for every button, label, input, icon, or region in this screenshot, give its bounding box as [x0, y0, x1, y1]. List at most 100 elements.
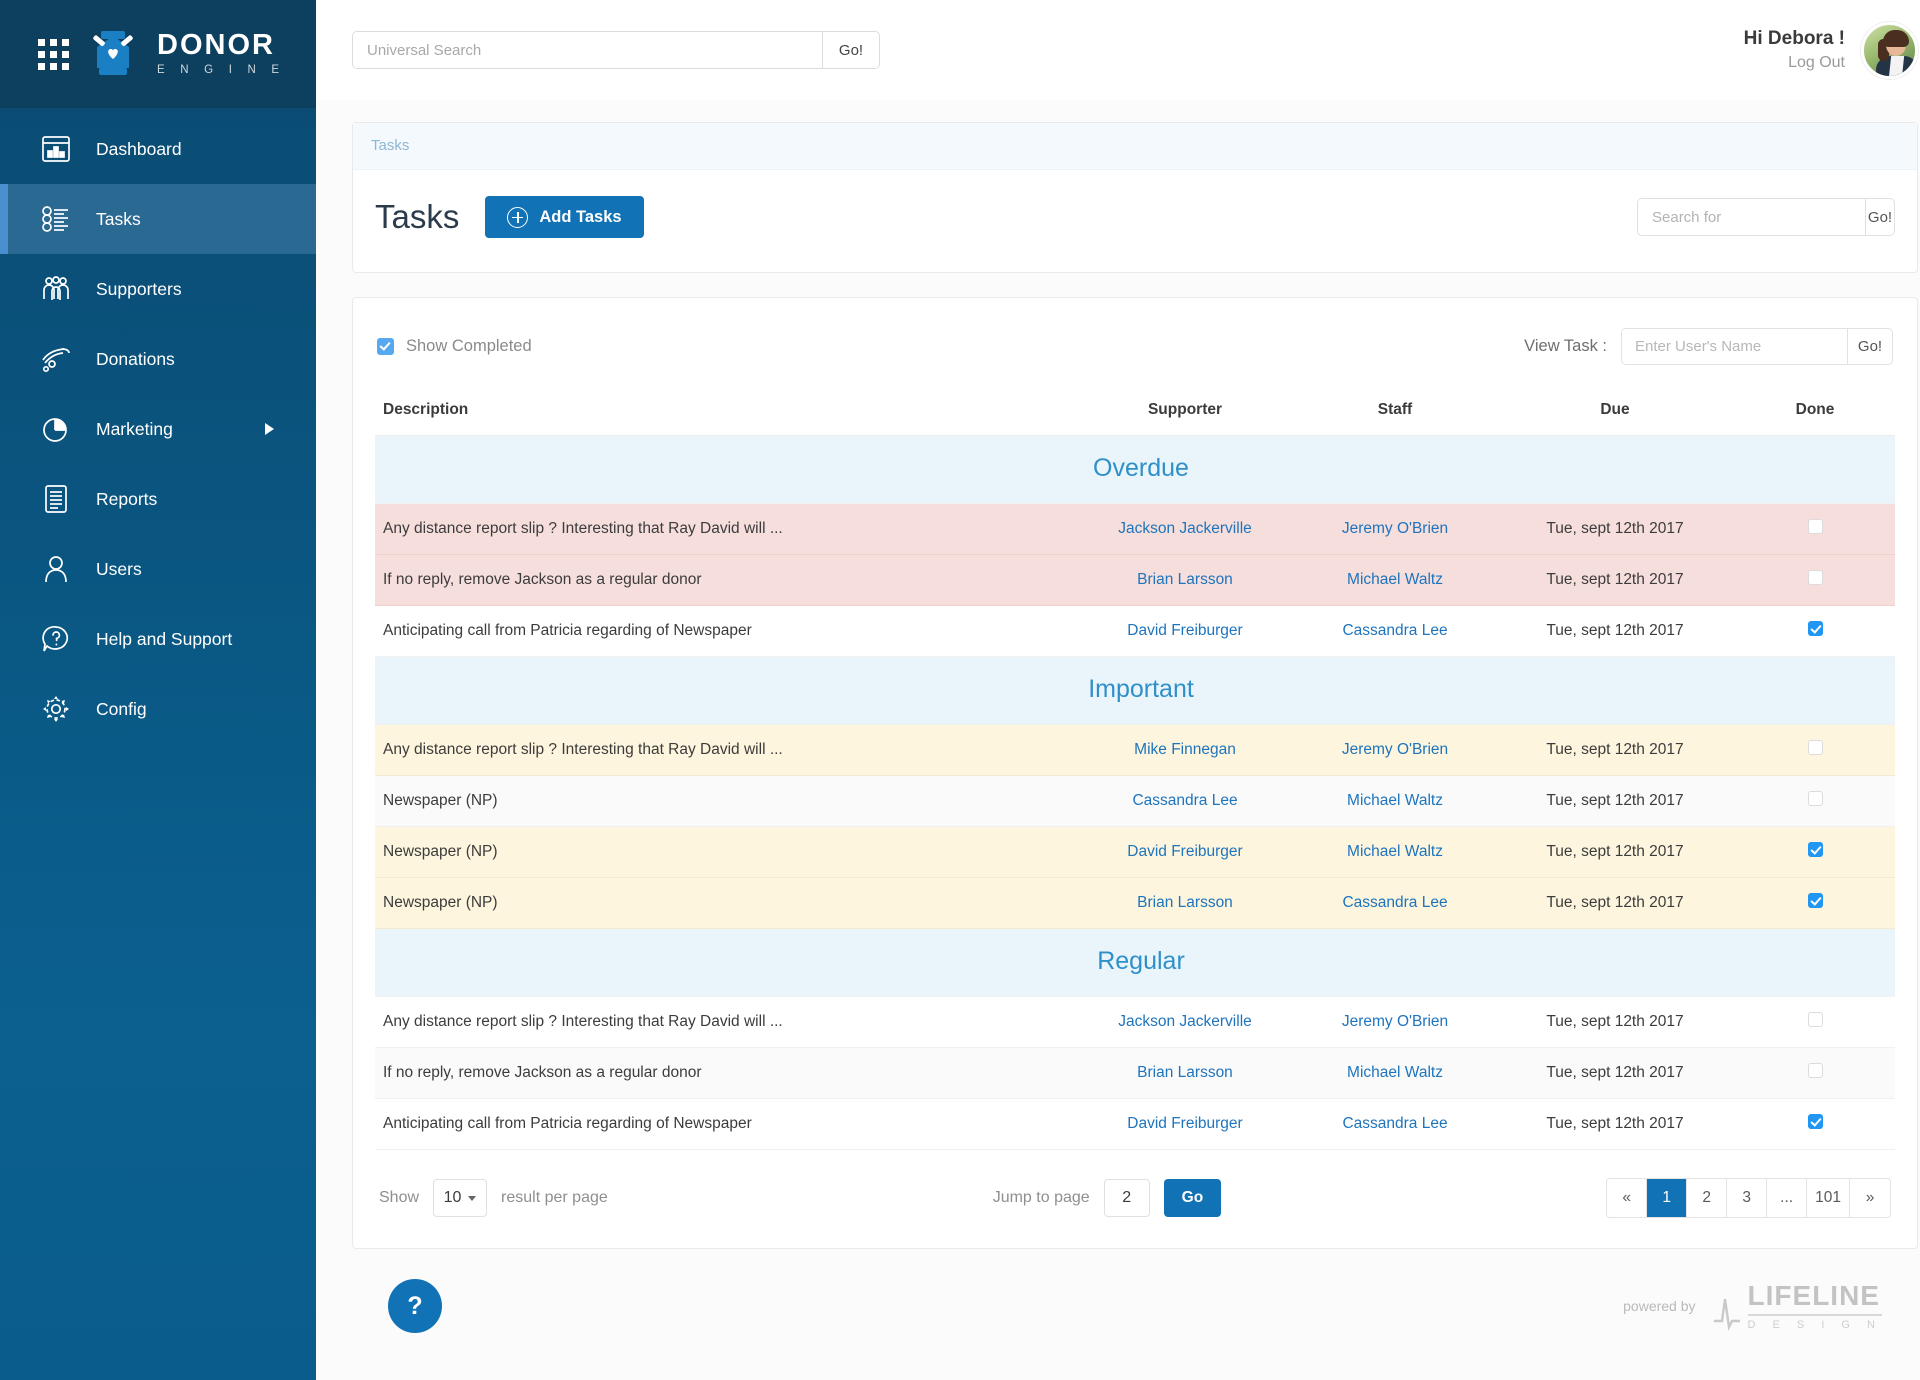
- powered-by-label: powered by: [1623, 1298, 1696, 1314]
- staff-link[interactable]: Michael Waltz: [1347, 571, 1443, 588]
- supporter-link[interactable]: David Freiburger: [1127, 843, 1242, 860]
- chevron-right-icon[interactable]: [265, 423, 274, 435]
- sidebar-item-dashboard[interactable]: Dashboard: [0, 114, 316, 184]
- donor-engine-logo-icon: [87, 28, 139, 80]
- universal-search[interactable]: Go!: [352, 31, 880, 69]
- column-header-done: Done: [1735, 387, 1895, 436]
- table-row[interactable]: Anticipating call from Patricia regardin…: [375, 1098, 1895, 1150]
- cell-done: [1735, 554, 1895, 606]
- table-row[interactable]: Any distance report slip ? Interesting t…: [375, 724, 1895, 776]
- staff-link[interactable]: Jeremy O'Brien: [1342, 520, 1448, 537]
- supporter-link[interactable]: Mike Finnegan: [1134, 741, 1236, 758]
- avatar[interactable]: [1861, 21, 1918, 79]
- jump-page-input[interactable]: [1103, 1179, 1150, 1217]
- supporter-link[interactable]: Brian Larsson: [1137, 1064, 1233, 1081]
- cell-due: Tue, sept 12th 2017: [1495, 605, 1735, 657]
- staff-link[interactable]: Cassandra Lee: [1342, 1115, 1447, 1132]
- sidebar-item-donations[interactable]: Donations: [0, 324, 316, 394]
- greeting: Hi Debora !: [1743, 28, 1845, 49]
- done-checkbox[interactable]: [1807, 893, 1823, 908]
- table-row[interactable]: Newspaper (NP) David Freiburger Michael Wa…: [375, 826, 1895, 878]
- sidebar-item-marketing[interactable]: Marketing: [0, 394, 316, 464]
- staff-link[interactable]: Michael Waltz: [1347, 843, 1443, 860]
- table-row[interactable]: Newspaper (NP) Brian Larsson Cassandra Lee…: [375, 877, 1895, 929]
- done-checkbox[interactable]: [1807, 570, 1823, 585]
- logout-link[interactable]: Log Out: [1744, 54, 1845, 72]
- cell-staff: Jeremy O'Brien: [1295, 724, 1495, 776]
- user-box: Hi Debora ! Log Out: [1743, 21, 1918, 79]
- done-checkbox[interactable]: [1807, 740, 1823, 755]
- table-row[interactable]: Newspaper (NP) Cassandra Lee Michael Waltz…: [375, 775, 1895, 827]
- search-go-button[interactable]: Go!: [822, 32, 879, 68]
- jump-go-button[interactable]: Go: [1163, 1179, 1222, 1217]
- staff-link[interactable]: Cassandra Lee: [1342, 894, 1447, 911]
- page-link[interactable]: ...: [1767, 1179, 1808, 1217]
- supporter-link[interactable]: Jackson Jackerville: [1118, 520, 1252, 537]
- sidebar-item-users[interactable]: Users: [0, 534, 316, 604]
- sidebar-item-supporters[interactable]: Supporters: [0, 254, 316, 324]
- supporter-link[interactable]: Brian Larsson: [1137, 571, 1233, 588]
- view-task-search[interactable]: Go!: [1621, 328, 1893, 365]
- sidebar-item-reports[interactable]: Reports: [0, 464, 316, 534]
- group-header-cell: Important: [375, 656, 1895, 725]
- staff-link[interactable]: Jeremy O'Brien: [1342, 1013, 1448, 1030]
- table-row[interactable]: If no reply, remove Jackson as a regular…: [375, 1047, 1895, 1099]
- cell-staff: Cassandra Lee: [1295, 605, 1495, 657]
- cell-done: [1735, 996, 1895, 1048]
- done-checkbox[interactable]: [1807, 519, 1823, 534]
- tasks-search-input[interactable]: [1638, 199, 1865, 235]
- table-row[interactable]: Any distance report slip ? Interesting t…: [375, 996, 1895, 1048]
- table-row[interactable]: If no reply, remove Jackson as a regular…: [375, 554, 1895, 606]
- done-checkbox[interactable]: [1807, 791, 1823, 806]
- cell-done: [1735, 724, 1895, 776]
- staff-link[interactable]: Jeremy O'Brien: [1342, 741, 1448, 758]
- page-link[interactable]: 1: [1647, 1179, 1688, 1217]
- page-link[interactable]: 3: [1727, 1179, 1768, 1217]
- done-checkbox[interactable]: [1807, 842, 1823, 857]
- sidebar: DONOR E N G I N E Dashboard Tasks Suppor…: [0, 0, 316, 1380]
- supporter-link[interactable]: Jackson Jackerville: [1118, 1013, 1252, 1030]
- done-checkbox[interactable]: [1807, 1114, 1823, 1129]
- cell-description: Any distance report slip ? Interesting t…: [375, 724, 1075, 776]
- add-tasks-button[interactable]: Add Tasks: [485, 196, 644, 238]
- view-task-go-button[interactable]: Go!: [1847, 329, 1892, 364]
- done-checkbox[interactable]: [1807, 621, 1823, 636]
- done-checkbox[interactable]: [1807, 1012, 1823, 1027]
- sidebar-item-help-and-support[interactable]: Help and Support: [0, 604, 316, 674]
- page-link[interactable]: «: [1607, 1179, 1648, 1217]
- group-name: Overdue: [1093, 454, 1189, 482]
- tasks-search-go-button[interactable]: Go!: [1865, 199, 1894, 235]
- table-row[interactable]: Any distance report slip ? Interesting t…: [375, 503, 1895, 555]
- table-row[interactable]: Anticipating call from Patricia regardin…: [375, 605, 1895, 657]
- page-link[interactable]: »: [1850, 1179, 1890, 1217]
- apps-grid-icon[interactable]: [38, 38, 69, 70]
- done-checkbox[interactable]: [1807, 1063, 1823, 1078]
- tasks-head-left: Tasks Add Tasks: [375, 196, 644, 238]
- jump-label: Jump to page: [992, 1189, 1090, 1206]
- tasks-search[interactable]: Go!: [1637, 198, 1895, 236]
- page-link[interactable]: 2: [1687, 1179, 1728, 1217]
- page-link[interactable]: 101: [1807, 1179, 1850, 1217]
- view-task-input[interactable]: [1622, 329, 1847, 364]
- cell-supporter: David Freiburger: [1075, 1098, 1295, 1150]
- show-completed-checkbox[interactable]: [377, 338, 394, 355]
- group-header-row: Important: [375, 656, 1895, 725]
- staff-link[interactable]: Cassandra Lee: [1342, 622, 1447, 639]
- staff-link[interactable]: Michael Waltz: [1347, 792, 1443, 809]
- staff-link[interactable]: Michael Waltz: [1347, 1064, 1443, 1081]
- supporter-link[interactable]: David Freiburger: [1127, 1115, 1242, 1132]
- supporter-link[interactable]: David Freiburger: [1127, 622, 1242, 639]
- brand-logo[interactable]: DONOR E N G I N E: [0, 0, 316, 108]
- per-page-select[interactable]: 10: [433, 1179, 488, 1217]
- search-input[interactable]: [353, 32, 822, 68]
- sidebar-item-tasks[interactable]: Tasks: [0, 184, 316, 254]
- supporter-link[interactable]: Brian Larsson: [1137, 894, 1233, 911]
- vendor-subtitle: D E S I G N: [1747, 1313, 1882, 1331]
- help-floating-button[interactable]: ?: [388, 1279, 442, 1333]
- show-completed-toggle[interactable]: Show Completed: [377, 337, 532, 356]
- sidebar-item-config[interactable]: Config: [0, 674, 316, 744]
- brand-text: DONOR E N G I N E: [157, 31, 285, 77]
- breadcrumb-item[interactable]: Tasks: [371, 137, 409, 154]
- cell-description: If no reply, remove Jackson as a regular…: [375, 554, 1075, 606]
- supporter-link[interactable]: Cassandra Lee: [1132, 792, 1237, 809]
